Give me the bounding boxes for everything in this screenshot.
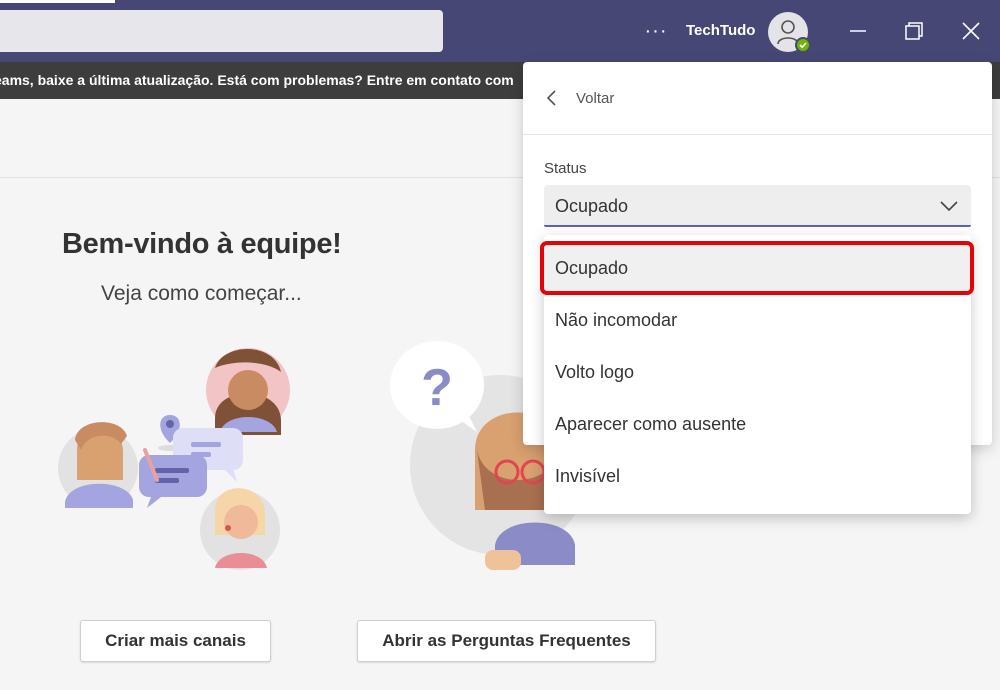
status-option-invisivel[interactable]: Invisível [544,450,971,502]
page-title: Bem-vindo à equipe! [62,228,342,260]
create-channels-button[interactable]: Criar mais canais [80,620,271,662]
status-option-volto-logo[interactable]: Volto logo [544,346,971,398]
panel-header: Voltar [523,62,992,135]
presence-available-icon [795,37,811,53]
status-select-value: Ocupado [555,196,629,216]
open-faq-button[interactable]: Abrir as Perguntas Frequentes [357,620,656,662]
team-illustration [58,348,290,570]
close-icon[interactable] [956,16,986,46]
status-option-nao-incomodar[interactable]: Não incomodar [544,294,971,346]
question-mark-icon: ? [421,359,453,417]
back-arrow-icon[interactable] [545,88,559,108]
restore-icon[interactable] [899,16,929,46]
active-tab-indicator [0,0,115,3]
more-options-button[interactable]: ··· [644,16,668,46]
back-button[interactable]: Voltar [576,90,614,107]
search-input[interactable] [0,10,443,52]
minimize-icon[interactable] [843,16,873,46]
account-name: TechTudo [686,22,756,39]
highlight-annotation [540,241,974,295]
title-bar: ··· TechTudo [0,0,1000,62]
banner-text: eams, baixe a última atualização. Está c… [0,72,514,88]
page-subtitle: Veja como começar... [101,282,302,305]
status-option-ausente[interactable]: Aparecer como ausente [544,398,971,450]
status-select[interactable]: Ocupado [544,185,971,227]
status-label: Status [544,160,587,177]
chevron-down-icon [940,201,958,212]
